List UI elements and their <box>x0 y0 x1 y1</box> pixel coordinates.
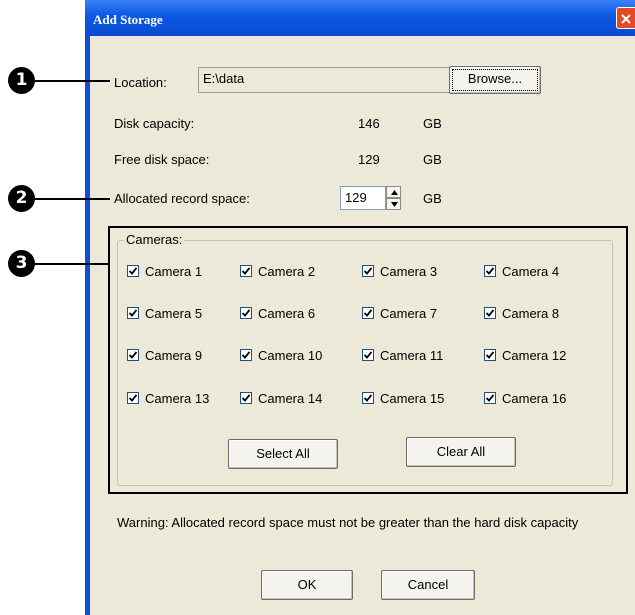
free-space-label: Free disk space: <box>114 152 210 167</box>
arrow-up-icon <box>391 190 398 195</box>
checkmark-icon <box>486 309 494 317</box>
checkmark-icon <box>129 267 137 275</box>
checkbox[interactable] <box>240 392 252 404</box>
camera-label: Camera 15 <box>380 391 445 406</box>
camera-label: Camera 3 <box>380 264 438 279</box>
camera-label: Camera 1 <box>145 264 203 279</box>
free-space-unit: GB <box>423 152 442 167</box>
location-value: E:\data <box>203 71 245 86</box>
disk-capacity-value: 146 <box>358 116 380 131</box>
allocated-space-input[interactable]: 129 <box>340 186 386 210</box>
checkmark-icon <box>486 267 494 275</box>
checkbox[interactable] <box>127 265 139 277</box>
checkbox[interactable] <box>362 307 374 319</box>
close-button[interactable] <box>616 7 635 29</box>
camera-label: Camera 13 <box>145 391 210 406</box>
allocated-unit: GB <box>423 191 442 206</box>
checkmark-icon <box>242 394 250 402</box>
checkbox[interactable] <box>240 307 252 319</box>
camera-label: Camera 11 <box>380 348 444 363</box>
camera-label: Camera 4 <box>502 264 560 279</box>
camera-label: Camera 9 <box>145 348 203 363</box>
disk-capacity-label: Disk capacity: <box>114 116 195 131</box>
checkbox[interactable] <box>362 349 374 361</box>
checkmark-icon <box>242 309 250 317</box>
title-bar: Add Storage <box>85 0 635 36</box>
camera-label: Camera 10 <box>258 348 323 363</box>
checkbox[interactable] <box>240 349 252 361</box>
callout-1: 1 <box>8 67 35 94</box>
cancel-button[interactable]: Cancel <box>381 570 475 600</box>
camera-label: Camera 12 <box>502 348 567 363</box>
camera-label: Camera 5 <box>145 306 203 321</box>
checkbox[interactable] <box>127 392 139 404</box>
spin-up-button[interactable] <box>386 186 401 198</box>
checkbox[interactable] <box>484 349 496 361</box>
callout-2-leader <box>34 198 110 200</box>
checkmark-icon <box>129 351 137 359</box>
callout-3-leader <box>34 263 110 265</box>
checkmark-icon <box>364 394 372 402</box>
disk-capacity-unit: GB <box>423 116 442 131</box>
checkmark-icon <box>486 394 494 402</box>
checkmark-icon <box>129 394 137 402</box>
select-all-button[interactable]: Select All <box>228 439 338 469</box>
cameras-group-label: Cameras: <box>124 232 185 247</box>
allocated-value: 129 <box>345 190 367 205</box>
checkmark-icon <box>242 351 250 359</box>
callout-3: 3 <box>8 250 35 277</box>
checkmark-icon <box>129 309 137 317</box>
window-title: Add Storage <box>93 12 163 27</box>
checkbox[interactable] <box>240 265 252 277</box>
allocated-label: Allocated record space: <box>114 191 250 206</box>
callout-1-leader <box>34 80 110 82</box>
clear-all-button[interactable]: Clear All <box>406 437 516 467</box>
checkbox[interactable] <box>127 349 139 361</box>
checkbox[interactable] <box>484 392 496 404</box>
camera-label: Camera 7 <box>380 306 438 321</box>
ok-button[interactable]: OK <box>261 570 353 600</box>
checkbox[interactable] <box>362 392 374 404</box>
warning-text: Warning: Allocated record space must not… <box>117 515 579 530</box>
spin-down-button[interactable] <box>386 198 401 210</box>
checkbox[interactable] <box>484 265 496 277</box>
camera-label: Camera 6 <box>258 306 316 321</box>
callout-2: 2 <box>8 185 35 212</box>
camera-label: Camera 2 <box>258 264 316 279</box>
checkmark-icon <box>242 267 250 275</box>
checkbox[interactable] <box>127 307 139 319</box>
checkmark-icon <box>486 351 494 359</box>
free-space-value: 129 <box>358 152 380 167</box>
location-label: Location: <box>114 75 167 90</box>
allocated-spinner <box>386 186 401 210</box>
camera-label: Camera 14 <box>258 391 323 406</box>
arrow-down-icon <box>391 202 398 207</box>
camera-label: Camera 8 <box>502 306 560 321</box>
checkmark-icon <box>364 309 372 317</box>
checkbox[interactable] <box>362 265 374 277</box>
checkbox[interactable] <box>484 307 496 319</box>
browse-button[interactable]: Browse... <box>449 66 541 94</box>
checkmark-icon <box>364 267 372 275</box>
close-icon <box>621 14 631 24</box>
camera-label: Camera 16 <box>502 391 567 406</box>
checkmark-icon <box>364 351 372 359</box>
